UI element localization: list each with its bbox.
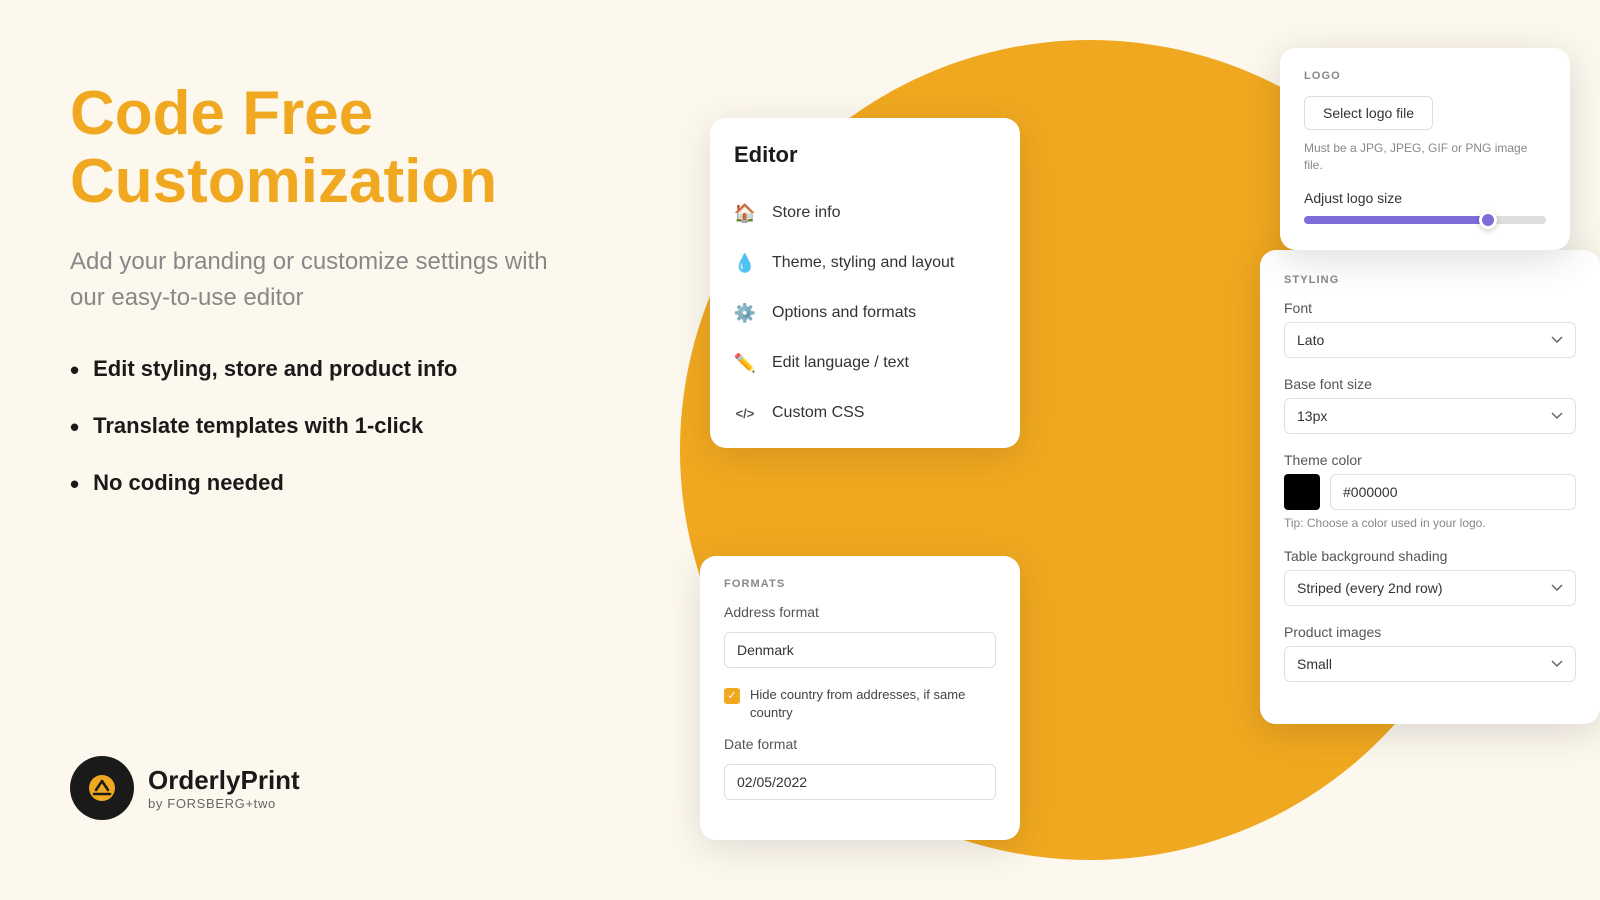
- left-panel: Code Free Customization Add your brandin…: [0, 0, 620, 900]
- date-format-input[interactable]: [724, 764, 996, 800]
- address-format-label: Address format: [724, 604, 996, 620]
- hide-country-label: Hide country from addresses, if same cou…: [750, 686, 996, 722]
- font-label: Font: [1284, 300, 1576, 316]
- brand-logo-area: OrderlyPrint by FORSBERG+two: [70, 756, 550, 820]
- logo-size-slider[interactable]: [1304, 216, 1546, 224]
- bullet-item-1: Edit styling, store and product info: [70, 356, 550, 385]
- font-select[interactable]: LatoRobotoOpen SansMontserrat: [1284, 322, 1576, 358]
- editor-title: Editor: [710, 142, 1020, 188]
- editor-card: Editor 🏠 Store info 💧 Theme, styling and…: [710, 118, 1020, 448]
- menu-item-store-info[interactable]: 🏠 Store info: [710, 188, 1020, 238]
- date-format-group: Date format: [724, 736, 996, 800]
- brand-name: OrderlyPrint: [148, 765, 300, 796]
- select-logo-button[interactable]: Select logo file: [1304, 96, 1433, 130]
- logo-card: LOGO Select logo file Must be a JPG, JPE…: [1280, 48, 1570, 250]
- code-icon: </>: [734, 402, 756, 424]
- base-font-size-select[interactable]: 11px12px13px14px16px: [1284, 398, 1576, 434]
- product-images-label: Product images: [1284, 624, 1576, 640]
- slider-fill: [1304, 216, 1488, 224]
- menu-item-options[interactable]: ⚙️ Options and formats: [710, 288, 1020, 338]
- brand-sub: by FORSBERG+two: [148, 796, 300, 811]
- brand-logo-icon: [70, 756, 134, 820]
- theme-color-field-group: Theme color Tip: Choose a color used in …: [1284, 452, 1576, 530]
- product-images-field-group: Product images SmallMediumLargeNone: [1284, 624, 1576, 682]
- bg-shading-field-group: Table background shading NoneStriped (ev…: [1284, 548, 1576, 606]
- font-field-group: Font LatoRobotoOpen SansMontserrat: [1284, 300, 1576, 358]
- address-format-group: Address format: [724, 604, 996, 668]
- gear-icon: ⚙️: [734, 302, 756, 324]
- right-panel: Editor 🏠 Store info 💧 Theme, styling and…: [620, 0, 1600, 900]
- hide-country-row: Hide country from addresses, if same cou…: [724, 686, 996, 722]
- subtitle: Add your branding or customize settings …: [70, 244, 550, 316]
- menu-label-store-info: Store info: [772, 204, 840, 222]
- color-hex-input[interactable]: [1330, 474, 1576, 510]
- color-row: [1284, 474, 1576, 510]
- menu-label-css: Custom CSS: [772, 404, 864, 422]
- menu-label-theme: Theme, styling and layout: [772, 254, 954, 272]
- pencil-icon: ✏️: [734, 352, 756, 374]
- hide-country-checkbox[interactable]: [724, 688, 740, 704]
- product-images-select[interactable]: SmallMediumLargeNone: [1284, 646, 1576, 682]
- address-format-input[interactable]: [724, 632, 996, 668]
- slider-thumb: [1479, 211, 1497, 229]
- logo-section-label: LOGO: [1304, 70, 1546, 82]
- menu-item-css[interactable]: </> Custom CSS: [710, 388, 1020, 438]
- bg-shading-select[interactable]: NoneStriped (every 2nd row)All rows: [1284, 570, 1576, 606]
- color-tip: Tip: Choose a color used in your logo.: [1284, 516, 1576, 530]
- menu-item-language[interactable]: ✏️ Edit language / text: [710, 338, 1020, 388]
- formats-section-label: FORMATS: [724, 578, 996, 590]
- menu-item-theme[interactable]: 💧 Theme, styling and layout: [710, 238, 1020, 288]
- bg-shading-label: Table background shading: [1284, 548, 1576, 564]
- logo-hint-text: Must be a JPG, JPEG, GIF or PNG image fi…: [1304, 140, 1546, 174]
- drop-icon: 💧: [734, 252, 756, 274]
- main-title: Code Free Customization: [70, 80, 550, 216]
- styling-card: STYLING Font LatoRobotoOpen SansMontserr…: [1260, 250, 1600, 724]
- adjust-logo-label: Adjust logo size: [1304, 190, 1546, 206]
- formats-card: FORMATS Address format Hide country from…: [700, 556, 1020, 840]
- bullet-list: Edit styling, store and product info Tra…: [70, 356, 550, 526]
- menu-label-options: Options and formats: [772, 304, 916, 322]
- base-font-size-label: Base font size: [1284, 376, 1576, 392]
- menu-label-language: Edit language / text: [772, 354, 909, 372]
- theme-color-label: Theme color: [1284, 452, 1576, 468]
- bullet-item-2: Translate templates with 1-click: [70, 413, 550, 442]
- base-font-size-field-group: Base font size 11px12px13px14px16px: [1284, 376, 1576, 434]
- logo-svg: [82, 768, 122, 808]
- home-icon: 🏠: [734, 202, 756, 224]
- date-format-label: Date format: [724, 736, 996, 752]
- bullet-item-3: No coding needed: [70, 470, 550, 499]
- brand-name-area: OrderlyPrint by FORSBERG+two: [148, 765, 300, 811]
- color-swatch[interactable]: [1284, 474, 1320, 510]
- styling-section-label: STYLING: [1284, 274, 1576, 286]
